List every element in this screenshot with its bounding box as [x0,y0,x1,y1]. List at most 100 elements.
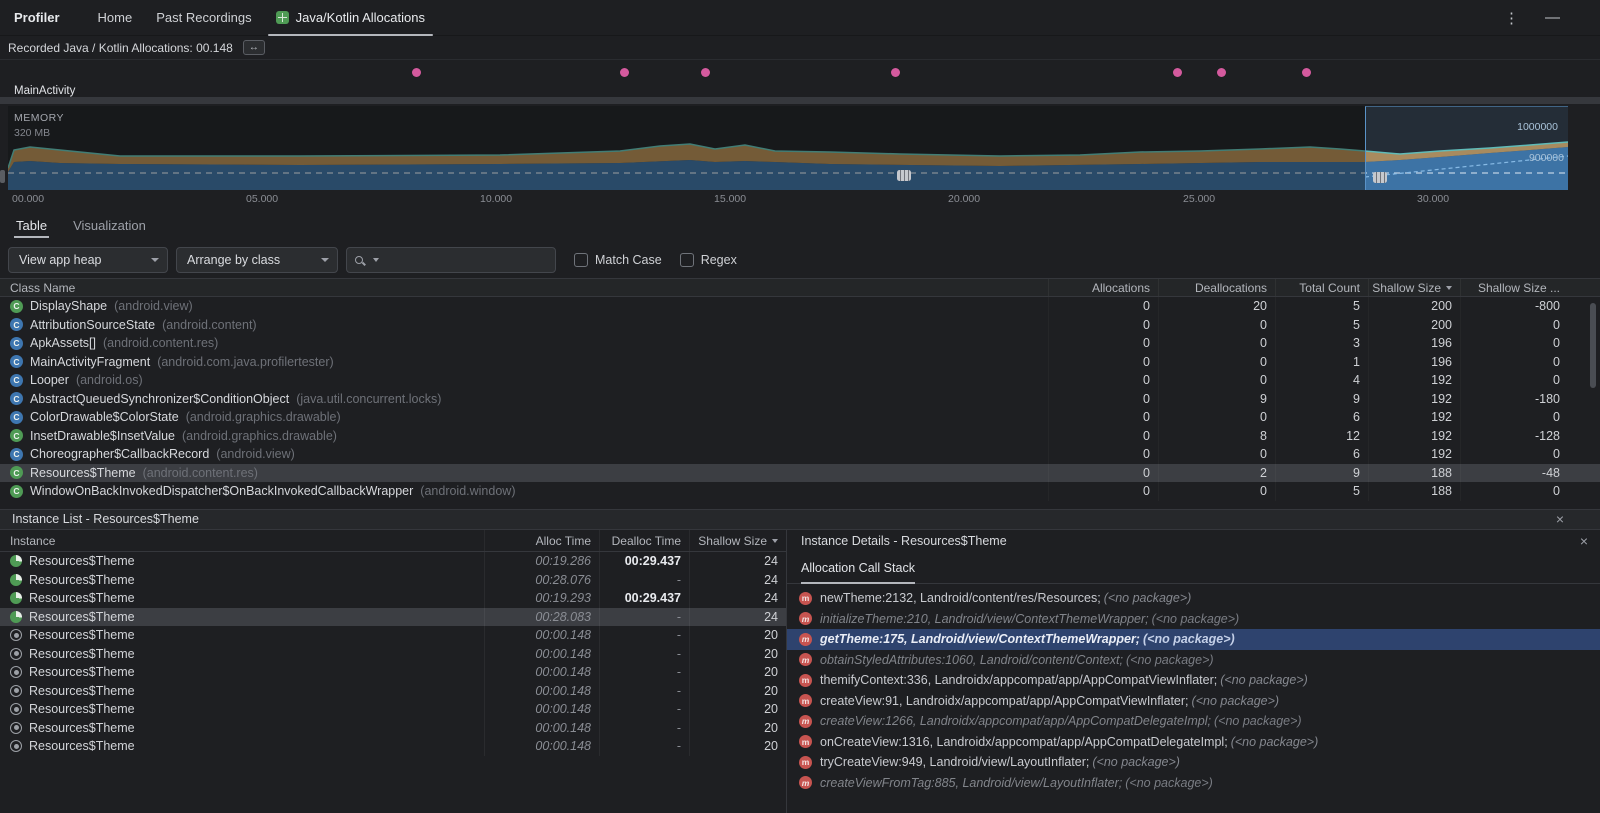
call-stack-frame[interactable]: createView:91, Landroidx/appcompat/app/A… [787,691,1600,712]
instance-row[interactable]: Resources$Theme 00:00.148 - 20 [0,663,786,682]
cell-total-count: 9 [1275,464,1368,483]
class-table-row[interactable]: Looper (android.os) 0 0 4 192 0 [0,371,1600,390]
tab-past-recordings[interactable]: Past Recordings [144,0,263,36]
class-table-row[interactable]: AbstractQueuedSynchronizer$ConditionObje… [0,390,1600,409]
instance-row[interactable]: Resources$Theme 00:28.083 - 24 [0,608,786,627]
select-range-icon[interactable]: ↔ [243,40,265,55]
call-stack-frame[interactable]: tryCreateView:949, Landroid/view/LayoutI… [787,752,1600,773]
class-table-row[interactable]: Resources$Theme (android.content.res) 0 … [0,464,1600,483]
method-icon [799,776,812,789]
timeline-left-handle[interactable] [0,170,5,183]
cell-total-count: 4 [1275,371,1368,390]
col-total-count[interactable]: Total Count [1275,279,1368,296]
cell-alloc-time: 00:28.076 [484,571,599,590]
instance-row[interactable]: Resources$Theme 00:19.286 00:29.437 24 [0,552,786,571]
class-name: AbstractQueuedSynchronizer$ConditionObje… [30,392,289,406]
instance-icon [10,648,22,660]
col-alloc-time[interactable]: Alloc Time [484,530,599,551]
instance-row[interactable]: Resources$Theme 00:00.148 - 20 [0,626,786,645]
recording-label: Recorded Java / Kotlin Allocations: 00.1… [8,41,233,55]
instance-row[interactable]: Resources$Theme 00:00.148 - 20 [0,700,786,719]
col-shallow-size[interactable]: Shallow Size [1368,279,1460,296]
class-table-row[interactable]: DisplayShape (android.view) 0 20 5 200 -… [0,297,1600,316]
search-box[interactable] [346,247,556,273]
match-case-checkbox[interactable]: Match Case [574,253,662,267]
touch-event-dot [1302,68,1311,77]
class-table-row[interactable]: MainActivityFragment (android.com.java.p… [0,353,1600,372]
close-icon[interactable]: × [1580,534,1588,548]
col-shallow-size-change[interactable]: Shallow Size ... [1460,279,1568,296]
instance-row[interactable]: Resources$Theme 00:19.293 00:29.437 24 [0,589,786,608]
call-stack-frame[interactable]: themifyContext:336, Landroidx/appcompat/… [787,670,1600,691]
col-deallocations[interactable]: Deallocations [1158,279,1275,296]
cell-shallow-size: 24 [689,571,786,590]
frame-text: createView:91, Landroidx/appcompat/app/A… [820,694,1189,708]
cell-shallow-size: 24 [689,552,786,571]
gc-event-icon[interactable] [897,170,911,181]
class-table-row[interactable]: ApkAssets[] (android.content.res) 0 0 3 … [0,334,1600,353]
class-table-row[interactable]: ColorDrawable$ColorState (android.graphi… [0,408,1600,427]
tab-table[interactable]: Table [16,208,47,242]
selected-range-overlay[interactable] [1365,106,1568,190]
memory-chart[interactable] [8,106,1568,190]
arrange-dropdown[interactable]: Arrange by class [176,247,338,273]
col-instance[interactable]: Instance [0,534,484,548]
instance-details-title: Instance Details - Resources$Theme [801,534,1007,548]
col-allocations[interactable]: Allocations [1048,279,1158,296]
call-stack-frame[interactable]: getTheme:175, Landroid/view/ContextTheme… [787,629,1600,650]
checkbox-icon [574,253,588,267]
instance-row[interactable]: Resources$Theme 00:00.148 - 20 [0,737,786,756]
search-input[interactable] [384,253,547,268]
gc-event-icon[interactable] [1373,172,1387,183]
cell-dealloc-time: - [599,719,689,738]
search-options-chevron-icon[interactable] [373,258,379,262]
tab-allocation-call-stack[interactable]: Allocation Call Stack [801,552,915,584]
class-name: WindowOnBackInvokedDispatcher$OnBackInvo… [30,484,413,498]
class-table-row[interactable]: InsetDrawable$InsetValue (android.graphi… [0,427,1600,446]
tab-visualization[interactable]: Visualization [73,208,146,242]
sort-desc-icon [1446,286,1452,290]
instance-list-header: Instance Alloc Time Dealloc Time Shallow… [0,530,786,552]
frame-package: (<no package>) [1214,714,1302,728]
class-package: (java.util.concurrent.locks) [296,392,441,406]
instance-row[interactable]: Resources$Theme 00:28.076 - 24 [0,571,786,590]
class-table-row[interactable]: AttributionSourceState (android.content)… [0,316,1600,335]
instance-row[interactable]: Resources$Theme 00:00.148 - 20 [0,645,786,664]
call-stack-frame[interactable]: initializeTheme:210, Landroid/view/Conte… [787,609,1600,630]
instance-row[interactable]: Resources$Theme 00:00.148 - 20 [0,682,786,701]
cell-shallow-size: 192 [1368,371,1460,390]
tab-java-kotlin-allocations[interactable]: Java/Kotlin Allocations [264,0,437,36]
call-stack-frame[interactable]: createView:1266, Landroidx/appcompat/app… [787,711,1600,732]
col-shallow-size[interactable]: Shallow Size [689,530,786,551]
close-icon[interactable]: × [1556,512,1564,526]
cell-shallow-size-change: 0 [1460,334,1568,353]
class-table-row[interactable]: Choreographer$CallbackRecord (android.vi… [0,445,1600,464]
regex-checkbox[interactable]: Regex [680,253,737,267]
class-name: MainActivityFragment [30,355,150,369]
cell-alloc-time: 00:28.083 [484,608,599,627]
class-icon [10,374,23,387]
cell-shallow-size-change: -128 [1460,427,1568,446]
chevron-down-icon [321,258,329,262]
cell-shallow-size: 188 [1368,464,1460,483]
tab-home[interactable]: Home [86,0,145,36]
col-class-name[interactable]: Class Name [0,281,1048,295]
instance-row[interactable]: Resources$Theme 00:00.148 - 20 [0,719,786,738]
cell-shallow-size: 196 [1368,334,1460,353]
call-stack-frame[interactable]: onCreateView:1316, Landroidx/appcompat/a… [787,732,1600,753]
frame-text: themifyContext:336, Landroidx/appcompat/… [820,673,1217,687]
call-stack-frame[interactable]: createViewFromTag:885, Landroid/view/Lay… [787,773,1600,794]
call-stack-frame[interactable]: newTheme:2132, Landroid/content/res/Reso… [787,588,1600,609]
heap-dropdown[interactable]: View app heap [8,247,168,273]
class-icon [10,337,23,350]
class-table-body: DisplayShape (android.view) 0 20 5 200 -… [0,297,1600,501]
top-tab-bar: Profiler Home Past Recordings Java/Kotli… [0,0,1600,36]
col-dealloc-time[interactable]: Dealloc Time [599,530,689,551]
class-icon [10,448,23,461]
memory-timeline[interactable]: MEMORY 320 MB 1000000900000 [0,106,1600,190]
class-table-row[interactable]: WindowOnBackInvokedDispatcher$OnBackInvo… [0,482,1600,501]
vertical-scrollbar[interactable] [1590,303,1596,388]
more-options-icon[interactable]: ⋮ [1504,9,1519,27]
minimize-icon[interactable]: — [1545,9,1560,26]
call-stack-frame[interactable]: obtainStyledAttributes:1060, Landroid/co… [787,650,1600,671]
